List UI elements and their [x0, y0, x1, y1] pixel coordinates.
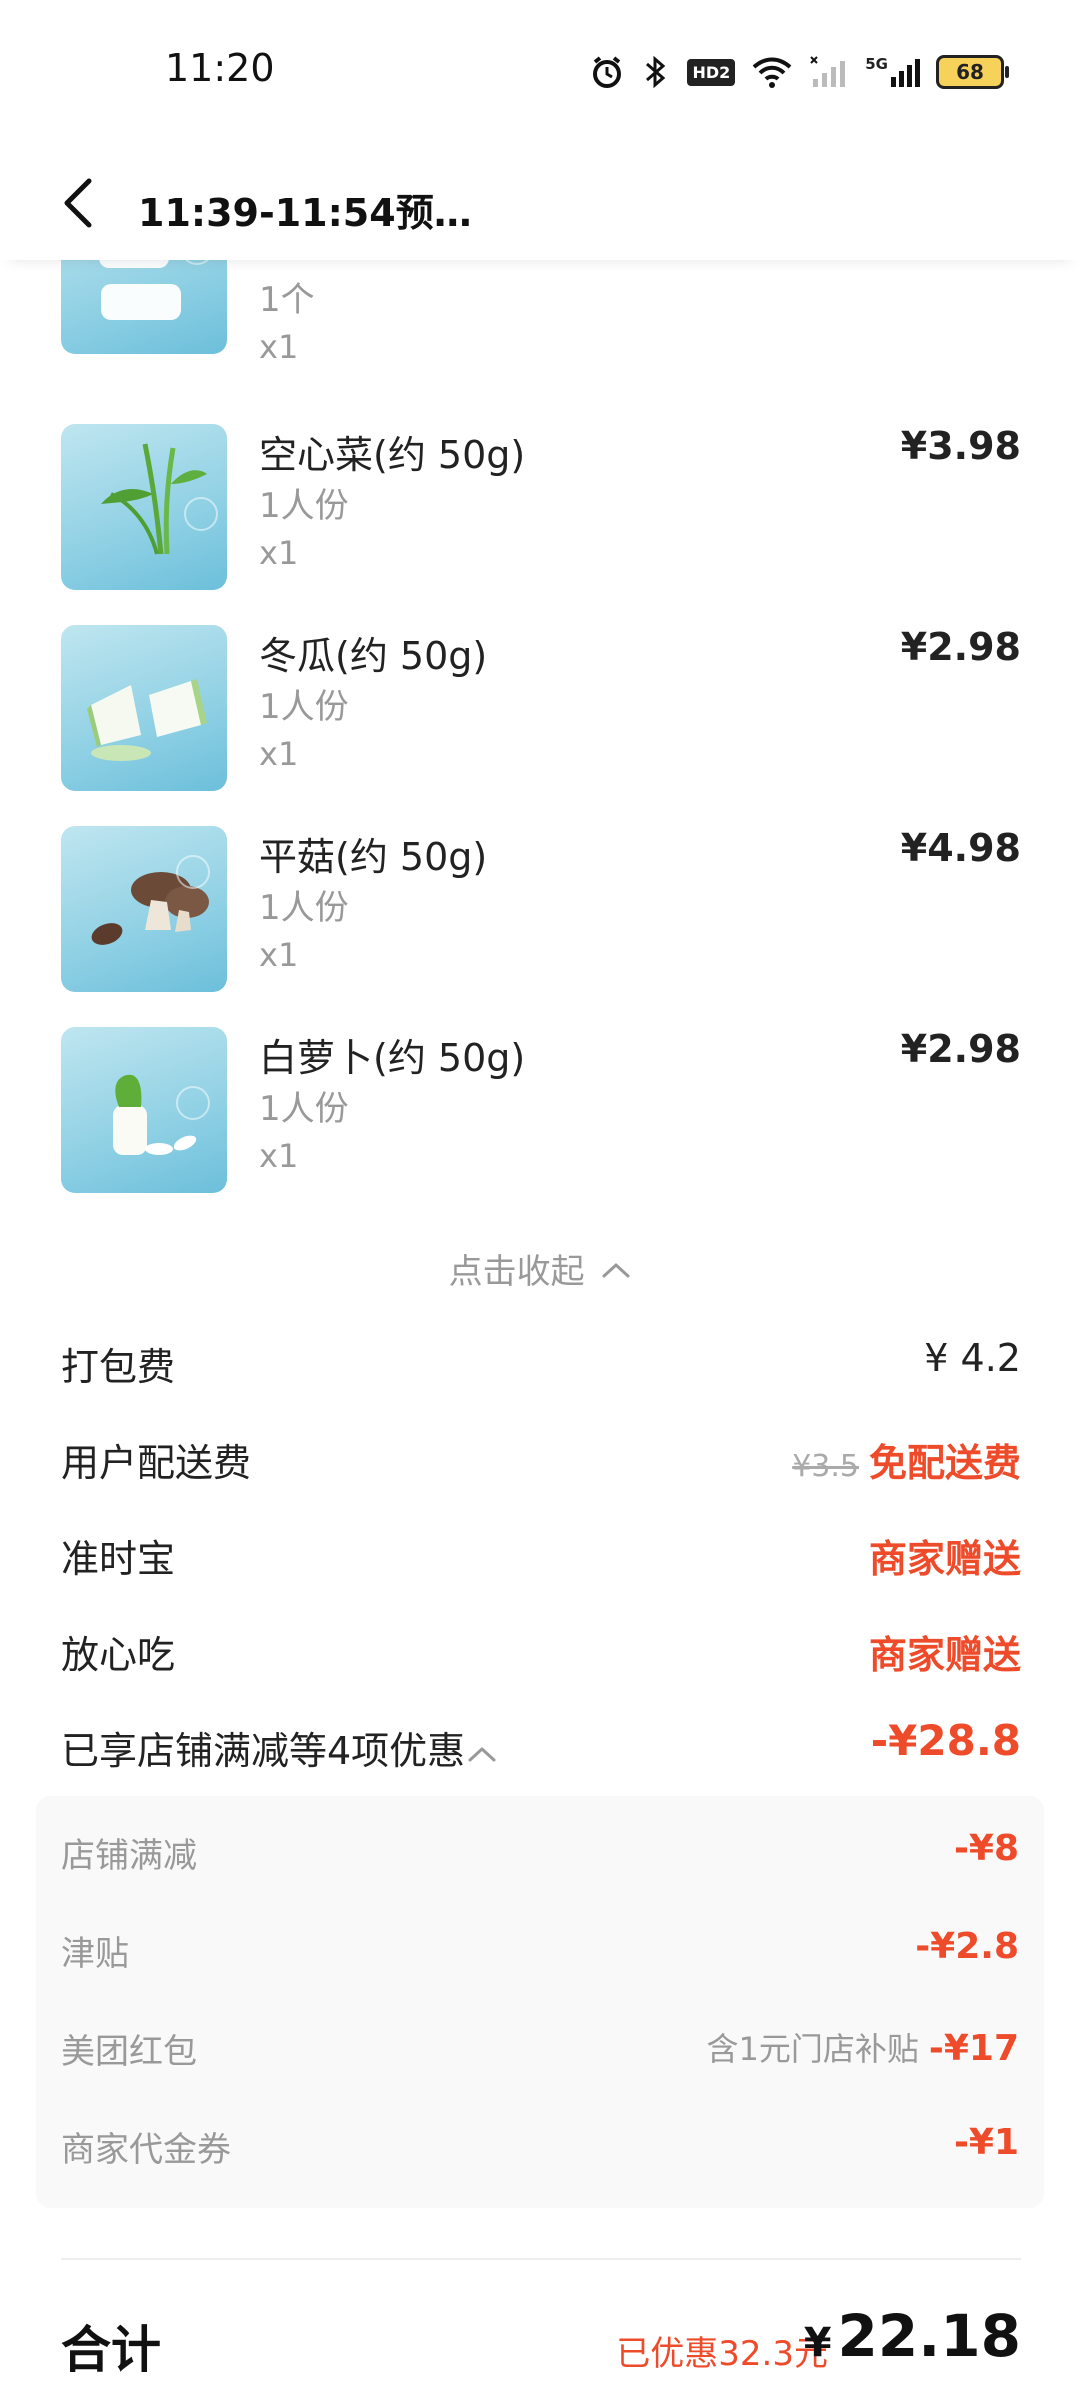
item-name: 冬瓜(约 50g): [259, 634, 488, 678]
item-spec: 1人份: [259, 687, 349, 727]
ontime-guarantee-row[interactable]: 准时宝 商家赠送: [61, 1528, 1021, 1588]
order-item[interactable]: 白萝卜(约 50g) 1人份 x1 ¥2.98: [61, 1027, 1021, 1193]
back-button[interactable]: [52, 178, 102, 228]
order-item[interactable]: 平菇(约 50g) 1人份 x1 ¥4.98: [61, 826, 1021, 992]
item-quantity: x1: [259, 328, 299, 366]
discount-summary-value: -¥28.8: [870, 1716, 1021, 1765]
delivery-fee-row: 用户配送费 ¥3.5 免配送费: [61, 1432, 1021, 1492]
item-spec: 1个: [259, 280, 315, 320]
bluetooth-icon: [641, 54, 671, 90]
battery-icon: 68: [936, 55, 1009, 89]
signal-icon: [809, 55, 849, 89]
white-radish-image: [113, 1074, 210, 1155]
item-spec: 1人份: [259, 888, 349, 928]
currency-symbol: ¥: [803, 2320, 832, 2366]
discount-row: 津贴 -¥2.8: [61, 1926, 1019, 1976]
free-delivery-label: 免配送费: [868, 1441, 1021, 1485]
packing-fee-row: 打包费 ¥ 4.2: [61, 1336, 1021, 1396]
chevron-left-icon: [64, 178, 92, 228]
delivery-fee-label: 用户配送费: [61, 1441, 252, 1485]
page-title: 11:39-11:54预…: [138, 191, 472, 235]
discount-summary-text: 已享店铺满减等4项优惠: [61, 1729, 466, 1773]
discount-row: 店铺满减 -¥8: [61, 1828, 1019, 1878]
discount-row: 美团红包 含1元门店补贴 -¥17: [61, 2024, 1019, 2074]
discount-value: -¥1: [953, 2122, 1019, 2163]
item-thumbnail: [61, 1027, 227, 1193]
order-item[interactable]: 冬瓜(约 50g) 1人份 x1 ¥2.98: [61, 625, 1021, 791]
food-safety-label: 放心吃: [61, 1633, 176, 1677]
item-quantity: x1: [259, 534, 299, 572]
original-delivery-fee: ¥3.5: [792, 1449, 859, 1484]
5g-signal-icon: 5G: [865, 55, 920, 89]
network-type-label: 5G: [865, 55, 888, 73]
discount-note: 含1元门店补贴: [706, 2030, 919, 2068]
order-item[interactable]: 空心菜(约 50g) 1人份 x1 ¥3.98: [61, 424, 1021, 590]
collapse-label: 点击收起: [448, 1252, 585, 1292]
item-quantity: x1: [259, 936, 299, 974]
delivery-fee-value: ¥3.5 免配送费: [792, 1432, 1021, 1487]
item-name: 平菇(约 50g): [259, 835, 488, 879]
discount-label: 商家代金券: [61, 2130, 231, 2170]
status-bar: 11:20 HD2 5G 68: [0, 0, 1080, 140]
total-amount: ¥22.18: [804, 2302, 1021, 2370]
food-safety-value: 商家赠送: [868, 1633, 1021, 1677]
item-price: ¥3.98: [900, 424, 1021, 468]
item-spec: 1人份: [259, 1089, 349, 1129]
collapse-items-button[interactable]: 点击收起: [0, 1244, 1080, 1293]
discount-summary-label: 已享店铺满减等4项优惠: [61, 1720, 497, 1775]
total-label: 合计: [61, 2321, 161, 2379]
discount-label: 津贴: [61, 1934, 129, 1974]
discount-value: -¥2.8: [915, 1926, 1019, 1967]
discount-summary-row[interactable]: 已享店铺满减等4项优惠 -¥28.8: [61, 1716, 1021, 1780]
order-detail-page: 1个 x1 空心菜(约 50g) 1人份 x1 ¥3.98 冬瓜(约 50g) …: [0, 0, 1080, 2400]
item-thumbnail: [61, 625, 227, 791]
item-price: ¥4.98: [900, 826, 1021, 870]
hd-icon: HD2: [687, 58, 736, 86]
water-spinach-image: [101, 443, 218, 555]
item-quantity: x1: [259, 1137, 299, 1175]
item-name: 空心菜(约 50g): [259, 433, 526, 477]
total-value: 22.18: [837, 2302, 1021, 2370]
item-thumbnail: [61, 424, 227, 590]
discount-label: 美团红包: [61, 2032, 197, 2072]
chevron-up-icon: [465, 1729, 497, 1773]
discount-value: 含1元门店补贴 -¥17: [707, 2024, 1019, 2070]
winter-melon-image: [87, 679, 207, 761]
packing-fee-label: 打包费: [61, 1345, 176, 1389]
item-price: ¥2.98: [900, 625, 1021, 669]
wifi-icon: [751, 55, 793, 89]
discount-value: -¥8: [953, 1828, 1019, 1869]
item-name: 白萝卜(约 50g): [259, 1036, 526, 1080]
discount-row: 商家代金券 -¥1: [61, 2122, 1019, 2172]
food-safety-row[interactable]: 放心吃 商家赠送: [61, 1624, 1021, 1684]
item-price: ¥2.98: [900, 1027, 1021, 1071]
navigation-bar: 11:39-11:54预…: [0, 140, 1080, 260]
status-time: 11:20: [165, 46, 275, 90]
ontime-guarantee-label: 准时宝: [61, 1537, 176, 1581]
item-quantity: x1: [259, 735, 299, 773]
item-thumbnail: [61, 826, 227, 992]
divider: [61, 2258, 1021, 2260]
chevron-up-icon: [595, 1249, 631, 1289]
discount-amount: -¥17: [928, 2028, 1019, 2069]
discount-breakdown: 店铺满减 -¥8 津贴 -¥2.8 美团红包 含1元门店补贴 -¥17 商家代金券…: [36, 1796, 1044, 2208]
total-saved-text: 已优惠32.3元: [616, 2334, 828, 2374]
ontime-guarantee-value: 商家赠送: [868, 1537, 1021, 1581]
alarm-icon: [589, 54, 625, 90]
packing-fee-value: ¥ 4.2: [924, 1336, 1021, 1380]
status-icons: HD2 5G 68: [589, 50, 1009, 94]
oyster-mushroom-image: [91, 855, 210, 945]
item-spec: 1人份: [259, 486, 349, 526]
discount-label: 店铺满减: [61, 1836, 197, 1876]
